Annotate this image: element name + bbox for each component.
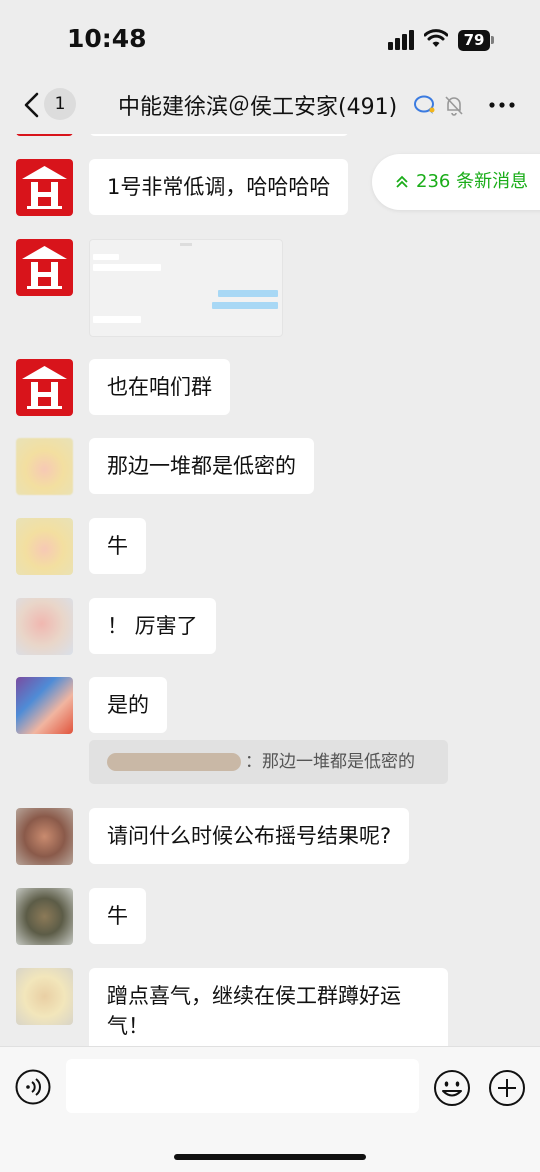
status-bar: 10:48 79 — [0, 0, 540, 78]
blurred-sender-name — [107, 753, 241, 771]
avatar[interactable] — [16, 968, 73, 1025]
battery-cap — [491, 36, 494, 44]
message-bubble[interactable]: 牛 — [89, 888, 146, 944]
message-bubble[interactable]: 牛 — [89, 518, 146, 574]
cellular-signal-icon — [388, 30, 418, 50]
message-line: 气！ — [107, 1014, 149, 1038]
emoji-icon[interactable] — [433, 1069, 471, 1107]
avatar[interactable] — [16, 677, 73, 734]
message-input[interactable] — [66, 1059, 419, 1113]
message-bubble[interactable]: 请问什么时候公布摇号结果呢? — [89, 808, 410, 864]
avatar[interactable] — [16, 888, 73, 945]
double-chevron-up-icon — [396, 175, 408, 188]
avatar[interactable] — [16, 239, 73, 296]
image-message[interactable] — [89, 239, 283, 337]
avatar[interactable] — [16, 359, 73, 416]
message-bubble[interactable]: 也在咱们群 — [89, 359, 230, 415]
avatar[interactable] — [16, 598, 73, 655]
battery-icon: 79 — [458, 30, 490, 51]
house-logo-icon — [22, 366, 67, 409]
bell-off-icon — [445, 96, 463, 116]
chat-screenshot-thumbnail — [93, 243, 278, 323]
home-indicator — [174, 1154, 366, 1160]
house-logo-icon — [22, 166, 67, 209]
avatar[interactable] — [16, 438, 73, 495]
avatar[interactable] — [16, 808, 73, 865]
more-icon[interactable] — [488, 95, 518, 115]
message-bubble[interactable]: 蹭点喜气，继续在侯工群蹲好运 气！ — [89, 968, 448, 1046]
avatar[interactable] — [16, 159, 73, 216]
message-bubble[interactable]: 是的 — [89, 677, 167, 733]
chat-header: 1 中能建徐滨＠侯工安家(491) — [0, 78, 540, 134]
chat-title: 中能建徐滨＠侯工安家(491) — [118, 95, 398, 120]
plus-icon[interactable] — [488, 1069, 526, 1107]
message-bubble[interactable]: 1号非常低调，哈哈哈哈 — [89, 159, 349, 215]
wifi-icon — [424, 29, 448, 47]
quoted-message[interactable]: ：那边一堆都是低密的 — [89, 740, 448, 784]
house-logo-icon — [22, 246, 67, 289]
message-bubble[interactable]: ！ 厉害了 — [89, 598, 216, 654]
voice-icon[interactable] — [15, 1069, 51, 1105]
status-time: 10:48 — [67, 24, 147, 53]
input-bar — [0, 1046, 540, 1172]
quote-text: ：那边一堆都是低密的 — [245, 752, 415, 772]
new-messages-label: 236 条新消息 — [416, 171, 529, 192]
new-messages-button[interactable]: 236 条新消息 — [372, 154, 540, 210]
message-line: 蹭点喜气，继续在侯工群蹲好运 — [107, 984, 401, 1008]
unread-count-badge[interactable]: 1 — [44, 88, 76, 120]
avatar[interactable] — [16, 518, 73, 575]
message-bubble[interactable]: 那边一堆都是低密的 — [89, 438, 314, 494]
previous-avatar-edge — [16, 134, 73, 136]
previous-message-edge — [89, 134, 349, 136]
message-list[interactable]: 1号非常低调，哈哈哈哈 也在咱们群 那边一堆都是低密的 牛 ！ 厉害了 是的 ：… — [0, 134, 540, 1046]
chat-bubble-icon — [414, 95, 435, 114]
